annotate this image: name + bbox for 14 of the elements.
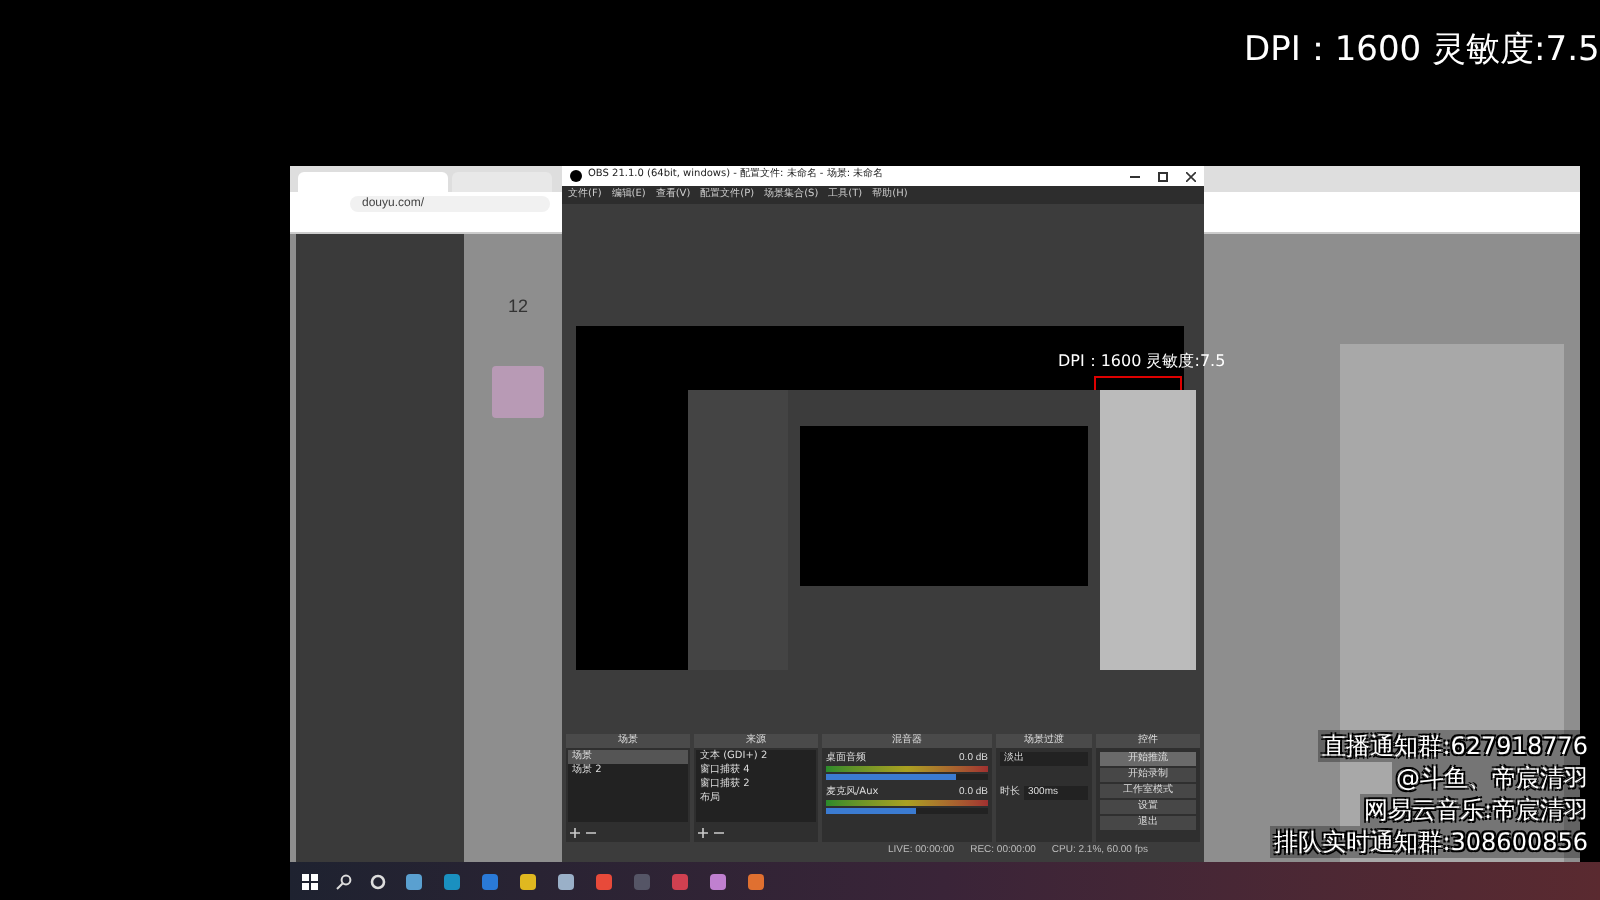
circle-icon[interactable] xyxy=(370,873,386,889)
app-icon xyxy=(570,170,582,182)
add-remove-icon[interactable] xyxy=(570,828,598,838)
search-icon[interactable] xyxy=(336,873,352,889)
close-icon[interactable] xyxy=(1186,171,1196,181)
volume-slider[interactable] xyxy=(826,808,988,814)
minimize-icon[interactable] xyxy=(1130,175,1140,177)
volume-slider[interactable] xyxy=(826,774,988,780)
start-icon[interactable] xyxy=(302,873,318,889)
follower-count: 12 xyxy=(507,294,528,320)
add-remove-icon[interactable] xyxy=(698,828,726,838)
dpi-overlay-text: DPI：1600 灵敏度:7.5 xyxy=(1244,28,1600,74)
maximize-icon[interactable] xyxy=(1158,171,1168,181)
photo-placeholder xyxy=(492,365,544,417)
